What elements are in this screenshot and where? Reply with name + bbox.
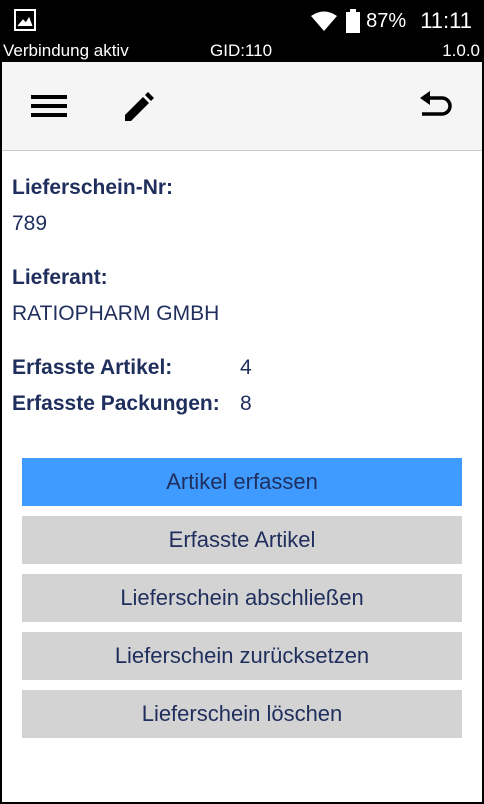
- reset-delivery-button[interactable]: Lieferschein zurücksetzen: [22, 632, 462, 680]
- captured-articles-label: Erfasste Artikel:: [12, 356, 173, 379]
- capture-articles-button[interactable]: Artikel erfassen: [22, 458, 462, 506]
- captured-packages-label: Erfasste Packungen:: [12, 392, 220, 415]
- battery-percent: 87%: [366, 9, 407, 32]
- captured-packages-value: 8: [240, 392, 252, 415]
- wifi-icon: [310, 10, 338, 32]
- delivery-number-label: Lieferschein-Nr:: [12, 176, 174, 199]
- captured-articles-button[interactable]: Erfasste Artikel: [22, 516, 462, 564]
- connection-status: Verbindung aktiv: [3, 41, 129, 60]
- edit-icon[interactable]: [120, 86, 160, 126]
- delete-delivery-button[interactable]: Lieferschein löschen: [22, 690, 462, 738]
- toolbar: [2, 62, 482, 151]
- battery-icon: [346, 9, 361, 33]
- app-screen: Lieferschein-Nr: 789 Lieferant: RATIOPHA…: [2, 62, 482, 802]
- gid-label: GID:110: [210, 41, 273, 60]
- supplier-value: RATIOPHARM GMBH: [12, 302, 220, 325]
- captured-articles-value: 4: [240, 356, 252, 379]
- delivery-number-value: 789: [12, 212, 48, 235]
- version-label: 1.0.0: [442, 41, 480, 60]
- clock-time: 11:11: [420, 8, 472, 33]
- undo-icon[interactable]: [416, 86, 456, 126]
- connection-info-bar: Verbindung aktiv GID:110 1.0.0: [0, 40, 484, 62]
- supplier-label: Lieferant:: [12, 266, 108, 289]
- image-icon: [14, 9, 36, 35]
- status-bar: 87% 11:11: [0, 0, 484, 40]
- close-delivery-button[interactable]: Lieferschein abschließen: [22, 574, 462, 622]
- menu-icon[interactable]: [29, 86, 69, 126]
